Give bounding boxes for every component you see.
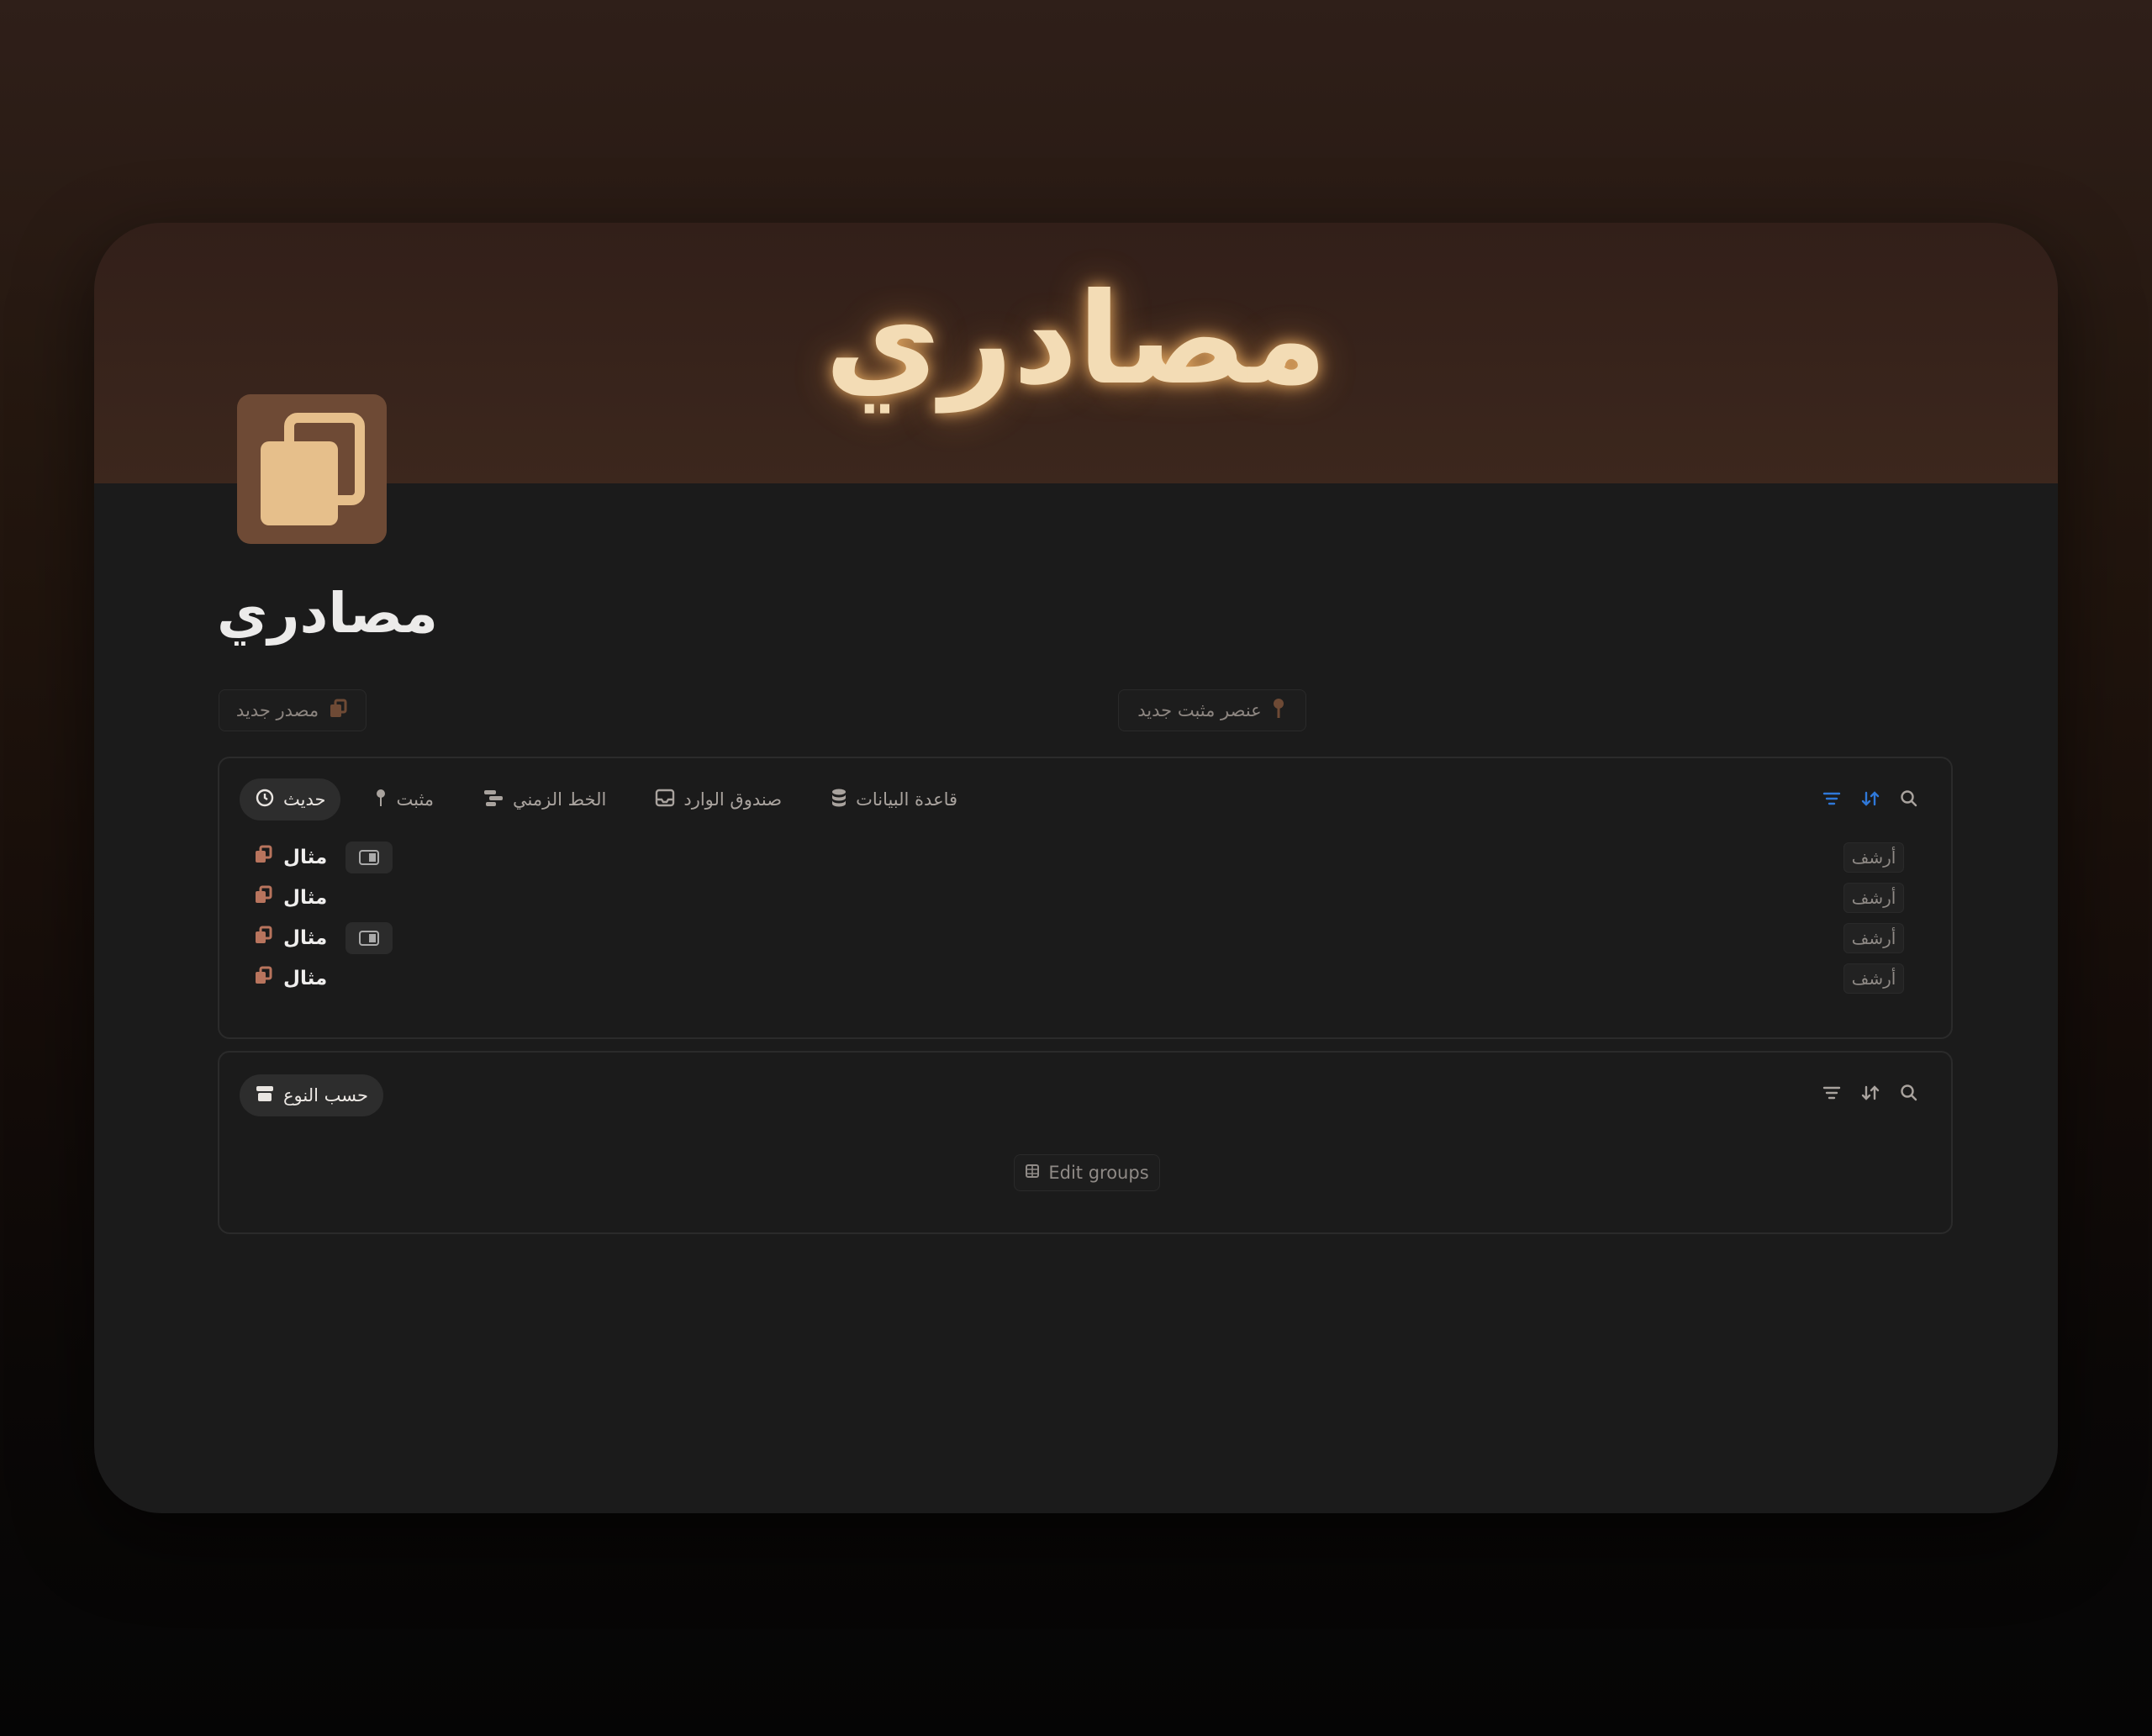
copy-icon: [327, 698, 349, 724]
tab-pinned-label: مثبت: [396, 789, 435, 810]
tab-inbox[interactable]: صندوق الوارد: [640, 778, 797, 821]
list-item-label: مثال: [283, 847, 328, 868]
tab-by-type[interactable]: حسب النوع: [240, 1074, 383, 1116]
archive-button[interactable]: أرشف: [1843, 963, 1904, 994]
edit-groups-label: Edit groups: [1048, 1163, 1149, 1183]
new-source-label: مصدر جديد: [235, 700, 319, 720]
list-item-label: مثال: [283, 968, 328, 989]
list-item-label: مثال: [283, 887, 328, 909]
tab-timeline[interactable]: الخط الزمني: [467, 778, 621, 821]
cover-banner: مصادري: [94, 223, 2058, 483]
list-item[interactable]: مثال أرشف: [253, 918, 1926, 958]
tab-timeline-label: الخط الزمني: [513, 789, 607, 810]
tab-database-label: قاعدة البيانات: [856, 789, 958, 810]
tab-by-type-label: حسب النوع: [283, 1085, 368, 1105]
clock-icon: [255, 788, 275, 812]
list-item[interactable]: مثال أرشف: [253, 958, 1926, 999]
archive-box-icon: [255, 1084, 275, 1107]
list-item-title[interactable]: مثال: [253, 885, 327, 910]
list-item[interactable]: مثال أرشف: [253, 878, 1926, 918]
copy-icon: [253, 926, 273, 951]
tab-recent[interactable]: حديث: [240, 778, 341, 821]
search-icon[interactable]: [1899, 1083, 1919, 1103]
new-pinned-item-label: عنصر مثبت جديد: [1137, 700, 1262, 720]
view-tools: [1822, 789, 1919, 809]
archive-button[interactable]: أرشف: [1843, 883, 1904, 913]
banner-title: مصادري: [825, 266, 1327, 413]
filter-icon[interactable]: [1822, 789, 1842, 809]
view-tabs: حديث مثبت الخط الزمني صندوق الوارد قاعدة…: [240, 778, 973, 821]
search-icon[interactable]: [1899, 789, 1919, 809]
copy-icon: [253, 966, 273, 991]
recent-list: مثال أرشف مثال أرشف مثال أرشف مثال أرشف: [253, 837, 1926, 999]
database-icon: [831, 788, 847, 812]
tab-database[interactable]: قاعدة البيانات: [815, 778, 973, 821]
archive-button[interactable]: أرشف: [1843, 923, 1904, 953]
sort-icon[interactable]: [1860, 1083, 1880, 1103]
filter-icon[interactable]: [1822, 1083, 1842, 1103]
open-side-peek-icon[interactable]: [345, 922, 393, 954]
tab-recent-label: حديث: [283, 789, 326, 810]
list-item-label: مثال: [283, 927, 328, 949]
inbox-icon: [655, 789, 675, 811]
copy-icon[interactable]: [237, 394, 387, 544]
list-item-title[interactable]: مثال: [253, 966, 327, 991]
list-item-title[interactable]: مثال: [253, 926, 327, 951]
copy-icon: [253, 885, 273, 910]
grid-icon: [1025, 1163, 1040, 1183]
page-card: مصادري مصادري مصدر جديد عنصر مثبت جديد ح…: [94, 223, 2058, 1513]
tab-pinned[interactable]: مثبت: [359, 778, 449, 821]
list-item-title[interactable]: مثال: [253, 845, 327, 870]
pin-icon: [1270, 697, 1287, 725]
groups-panel: حسب النوع Edit groups: [218, 1051, 1953, 1234]
sort-icon[interactable]: [1860, 789, 1880, 809]
new-source-button[interactable]: مصدر جديد: [219, 689, 367, 731]
tab-inbox-label: صندوق الوارد: [683, 789, 783, 810]
pin-icon: [374, 788, 388, 812]
new-pinned-item-button[interactable]: عنصر مثبت جديد: [1118, 689, 1306, 731]
views-panel: حديث مثبت الخط الزمني صندوق الوارد قاعدة…: [218, 757, 1953, 1039]
archive-button[interactable]: أرشف: [1843, 842, 1904, 873]
page-title: مصادري: [217, 581, 439, 646]
list-item[interactable]: مثال أرشف: [253, 837, 1926, 878]
timeline-icon: [483, 789, 504, 811]
copy-icon: [253, 845, 273, 870]
edit-groups-button[interactable]: Edit groups: [1014, 1154, 1160, 1191]
open-side-peek-icon[interactable]: [345, 842, 393, 873]
groups-tools: [1822, 1083, 1919, 1103]
